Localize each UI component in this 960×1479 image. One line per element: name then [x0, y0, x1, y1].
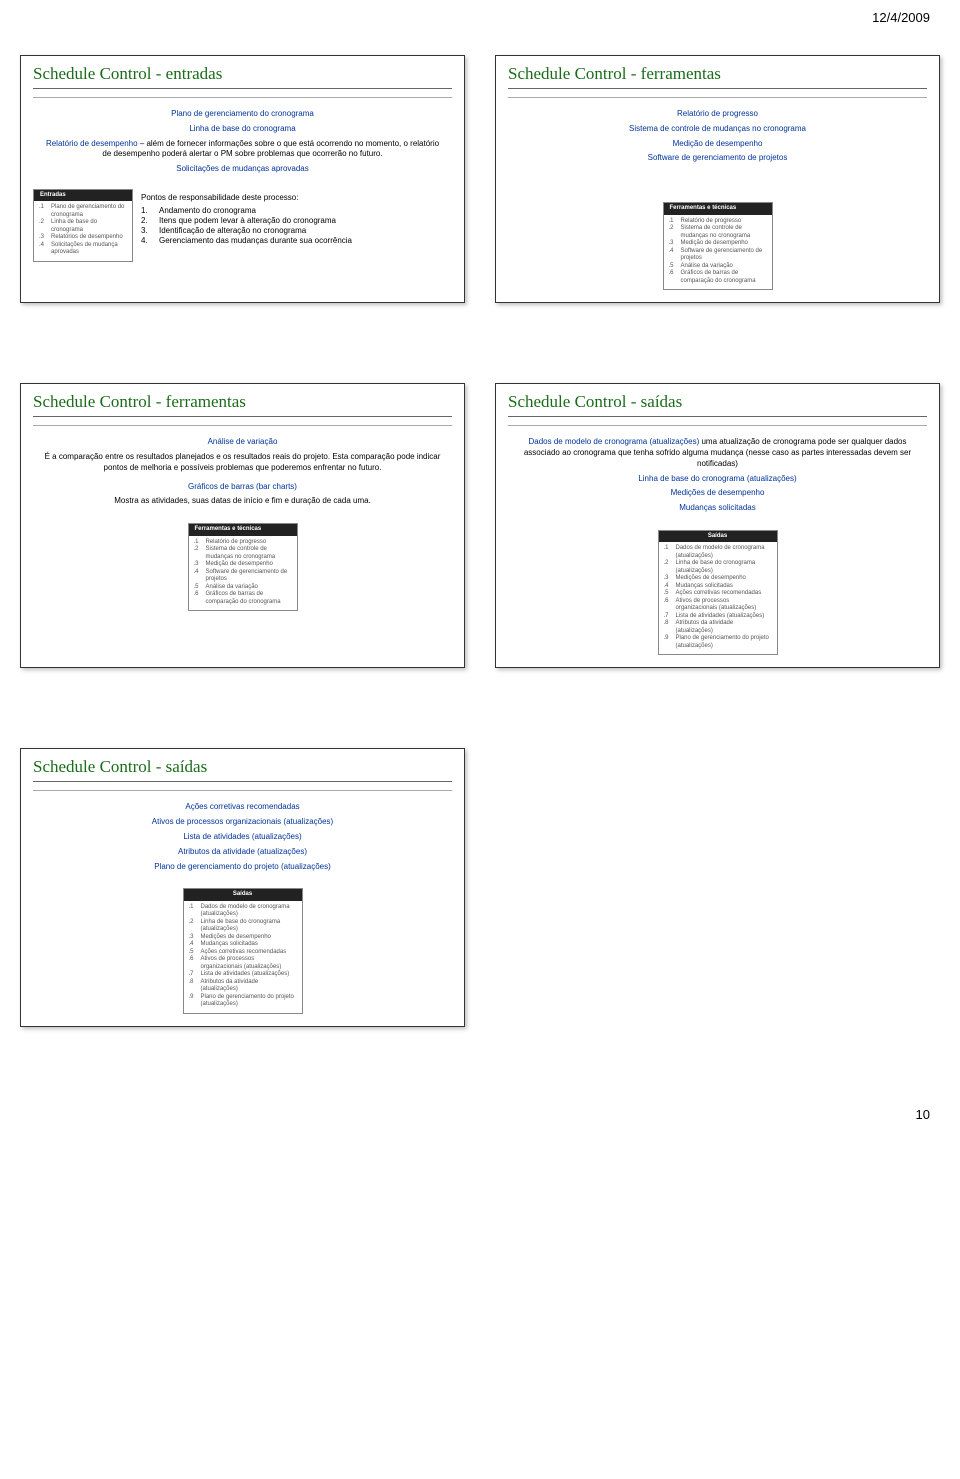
saidas-header: Saídas	[659, 531, 777, 543]
text: Atributos da atividade (atualizações)	[43, 847, 442, 858]
ferramentas-box: Ferramentas e técnicas .1Relatório de pr…	[663, 202, 773, 290]
text: Medição de desempenho	[518, 139, 917, 150]
text-plano-ger: Plano de gerenciamento do cronograma	[43, 109, 442, 120]
ferramentas-list: .1Relatório de progresso .2Sistema de co…	[189, 536, 297, 611]
footer-page-number: 10	[20, 1107, 940, 1122]
text-solicitacoes: Solicitações de mudanças aprovadas	[43, 164, 442, 175]
slide-title: Schedule Control - ferramentas	[33, 392, 452, 417]
saidas-header: Saídas	[184, 889, 302, 901]
slide-title: Schedule Control - ferramentas	[508, 64, 927, 89]
points-heading: Pontos de responsabilidade deste process…	[141, 193, 452, 202]
text: Software de gerenciamento de projetos	[518, 153, 917, 164]
text: Mudanças solicitadas	[518, 503, 917, 514]
slide-title: Schedule Control - saídas	[33, 757, 452, 782]
text: Linha de base do cronograma (atualizaçõe…	[518, 474, 917, 485]
slide-entradas: Schedule Control - entradas Plano de ger…	[20, 55, 465, 303]
ferramentas-list: .1Relatório de progresso .2Sistema de co…	[664, 215, 772, 290]
slide-saidas-2: Schedule Control - saídas Ações corretiv…	[20, 748, 465, 1026]
slide-title: Schedule Control - saídas	[508, 392, 927, 417]
text: Relatório de progresso	[518, 109, 917, 120]
text: Lista de atividades (atualizações)	[43, 832, 442, 843]
ferramentas-header: Ferramentas e técnicas	[189, 524, 297, 536]
text: Ativos de processos organizacionais (atu…	[43, 817, 442, 828]
saidas-list: .1Dados de modelo de cronograma (atualiz…	[184, 901, 302, 1013]
text-graficos: Mostra as atividades, suas datas de iníc…	[43, 496, 442, 507]
slide-ferramentas-2: Schedule Control - ferramentas Análise d…	[20, 383, 465, 668]
label: Relatório de desempenho	[46, 139, 138, 148]
text: Medições de desempenho	[518, 488, 917, 499]
ferramentas-header: Ferramentas e técnicas	[664, 203, 772, 215]
entradas-list: .1Plano de gerenciamento do cronograma .…	[34, 201, 132, 261]
entradas-box: Entradas .1Plano de gerenciamento do cro…	[33, 189, 133, 262]
entradas-header: Entradas	[34, 190, 132, 202]
saidas-box: Saídas .1Dados de modelo de cronograma (…	[183, 888, 303, 1014]
saidas-list: .1Dados de modelo de cronograma (atualiz…	[659, 542, 777, 654]
ferramentas-box: Ferramentas e técnicas .1Relatório de pr…	[188, 523, 298, 611]
text-dados-modelo: Dados de modelo de cronograma (atualizaç…	[518, 437, 917, 469]
text: Plano de gerenciamento do projeto (atual…	[43, 862, 442, 873]
process-points: Pontos de responsabilidade deste process…	[141, 189, 452, 246]
text: Ações corretivas recomendadas	[43, 802, 442, 813]
slide-saidas-1: Schedule Control - saídas Dados de model…	[495, 383, 940, 668]
saidas-box: Saídas .1Dados de modelo de cronograma (…	[658, 530, 778, 656]
slide-ferramentas-1: Schedule Control - ferramentas Relatório…	[495, 55, 940, 303]
text-analise: É a comparação entre os resultados plane…	[43, 452, 442, 474]
label: Dados de modelo de cronograma (atualizaç…	[528, 437, 699, 446]
heading-analise: Análise de variação	[43, 437, 442, 448]
text-linha-base: Linha de base do cronograma	[43, 124, 442, 135]
heading-graficos: Gráficos de barras (bar charts)	[43, 482, 442, 493]
text-relatorio-desempenho: Relatório de desempenho – além de fornec…	[43, 139, 442, 161]
text: – além de fornecer informações sobre o q…	[102, 139, 439, 159]
text: Sistema de controle de mudanças no crono…	[518, 124, 917, 135]
slide-title: Schedule Control - entradas	[33, 64, 452, 89]
header-date: 12/4/2009	[20, 10, 940, 25]
